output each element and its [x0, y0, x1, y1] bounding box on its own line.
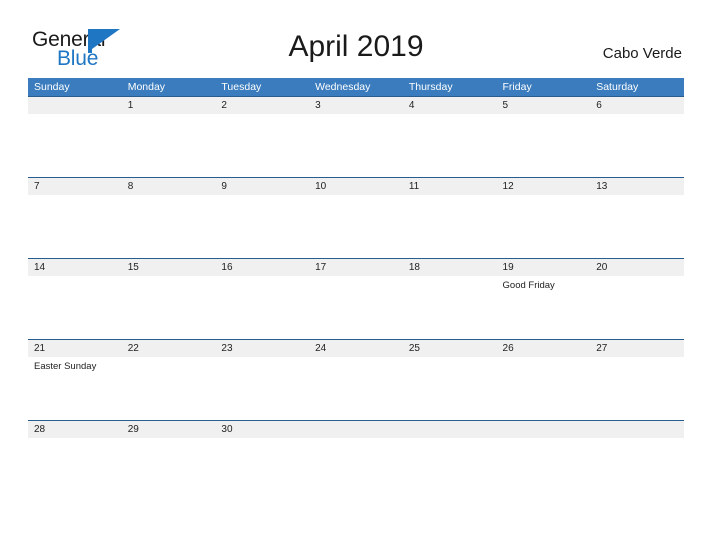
day-event	[215, 357, 309, 419]
day-event	[497, 357, 591, 419]
country-label: Cabo Verde	[602, 45, 682, 62]
day-event-strip: Good Friday	[28, 276, 684, 338]
day-number-strip: 14 15 16 17 18 19 20	[28, 259, 684, 276]
day-number[interactable]: 4	[403, 97, 497, 114]
day-number[interactable]	[590, 421, 684, 438]
day-event	[28, 195, 122, 257]
weekday-header-tuesday: Tuesday	[221, 81, 262, 93]
weekday-header-thursday: Thursday	[408, 81, 453, 93]
day-number-strip: 7 8 9 10 11 12 13	[28, 178, 684, 195]
day-event	[215, 114, 309, 176]
day-number[interactable]: 29	[122, 421, 216, 438]
day-event	[590, 195, 684, 257]
day-number[interactable]: 10	[309, 178, 403, 195]
day-event	[215, 195, 309, 257]
day-number[interactable]: 17	[309, 259, 403, 276]
day-event	[28, 438, 122, 500]
day-event	[590, 114, 684, 176]
day-number[interactable]	[309, 421, 403, 438]
day-event-strip: Easter Sunday	[28, 357, 684, 419]
week-row: 28 29 30	[28, 420, 684, 501]
day-event	[122, 276, 216, 338]
day-number[interactable]: 21	[28, 340, 122, 357]
day-event	[122, 357, 216, 419]
day-event	[122, 114, 216, 176]
day-event	[590, 276, 684, 338]
day-event	[215, 438, 309, 500]
day-number[interactable]: 6	[590, 97, 684, 114]
weekday-header-monday: Monday	[127, 81, 166, 93]
day-number[interactable]: 28	[28, 421, 122, 438]
day-number[interactable]: 26	[497, 340, 591, 357]
week-row: 7 8 9 10 11 12 13	[28, 177, 684, 258]
day-event-strip	[28, 114, 684, 176]
day-number[interactable]: 24	[309, 340, 403, 357]
day-number-strip: 28 29 30	[28, 421, 684, 438]
day-number[interactable]: 30	[215, 421, 309, 438]
day-number[interactable]: 11	[403, 178, 497, 195]
week-row: 21 22 23 24 25 26 27 Easter Sunday	[28, 339, 684, 420]
day-event	[309, 114, 403, 176]
day-number[interactable]: 18	[403, 259, 497, 276]
day-number[interactable]: 8	[122, 178, 216, 195]
weekday-header-friday: Friday	[502, 81, 532, 93]
day-number[interactable]: 3	[309, 97, 403, 114]
day-number[interactable]: 14	[28, 259, 122, 276]
day-event	[497, 114, 591, 176]
day-event	[403, 195, 497, 257]
day-event-strip	[28, 438, 684, 500]
day-number[interactable]: 15	[122, 259, 216, 276]
week-row: 14 15 16 17 18 19 20 Good Friday	[28, 258, 684, 339]
day-number-strip: 1 2 3 4 5 6	[28, 97, 684, 114]
day-number[interactable]: 25	[403, 340, 497, 357]
day-number[interactable]: 5	[497, 97, 591, 114]
weekday-header-wednesday: Wednesday	[315, 81, 371, 93]
day-event: Good Friday	[502, 280, 555, 291]
day-event	[403, 276, 497, 338]
day-event	[309, 276, 403, 338]
day-number[interactable]: 19	[497, 259, 591, 276]
day-event	[122, 195, 216, 257]
day-number[interactable]: 9	[215, 178, 309, 195]
day-number[interactable]: 20	[590, 259, 684, 276]
day-number[interactable]: 27	[590, 340, 684, 357]
day-number[interactable]: 22	[122, 340, 216, 357]
day-number-strip: 21 22 23 24 25 26 27	[28, 340, 684, 357]
day-number[interactable]	[497, 421, 591, 438]
day-number[interactable]	[403, 421, 497, 438]
day-event	[215, 276, 309, 338]
day-event	[590, 438, 684, 500]
day-number[interactable]: 12	[497, 178, 591, 195]
day-number[interactable]: 16	[215, 259, 309, 276]
weekday-header-sunday: Sunday	[34, 81, 70, 93]
day-number[interactable]	[28, 97, 122, 114]
day-number[interactable]: 23	[215, 340, 309, 357]
day-event	[122, 438, 216, 500]
day-event: Easter Sunday	[34, 361, 97, 372]
day-event	[309, 438, 403, 500]
day-event-strip	[28, 195, 684, 257]
calendar-grid: Sunday Monday Tuesday Wednesday Thursday…	[28, 78, 684, 501]
day-event	[403, 438, 497, 500]
day-event	[497, 438, 591, 500]
day-number[interactable]: 7	[28, 178, 122, 195]
day-number[interactable]: 2	[215, 97, 309, 114]
day-event	[403, 357, 497, 419]
day-event	[590, 357, 684, 419]
day-event	[403, 114, 497, 176]
day-number[interactable]: 13	[590, 178, 684, 195]
day-event	[309, 357, 403, 419]
page-header: General Blue April 2019 Cabo Verde	[0, 0, 712, 78]
week-row: 1 2 3 4 5 6	[28, 96, 684, 177]
day-event	[28, 114, 122, 176]
weekday-header-saturday: Saturday	[596, 81, 639, 93]
day-number[interactable]: 1	[122, 97, 216, 114]
day-event	[309, 195, 403, 257]
day-event	[28, 276, 122, 338]
weekday-header-row: Sunday Monday Tuesday Wednesday Thursday…	[28, 78, 684, 96]
day-event	[497, 195, 591, 257]
